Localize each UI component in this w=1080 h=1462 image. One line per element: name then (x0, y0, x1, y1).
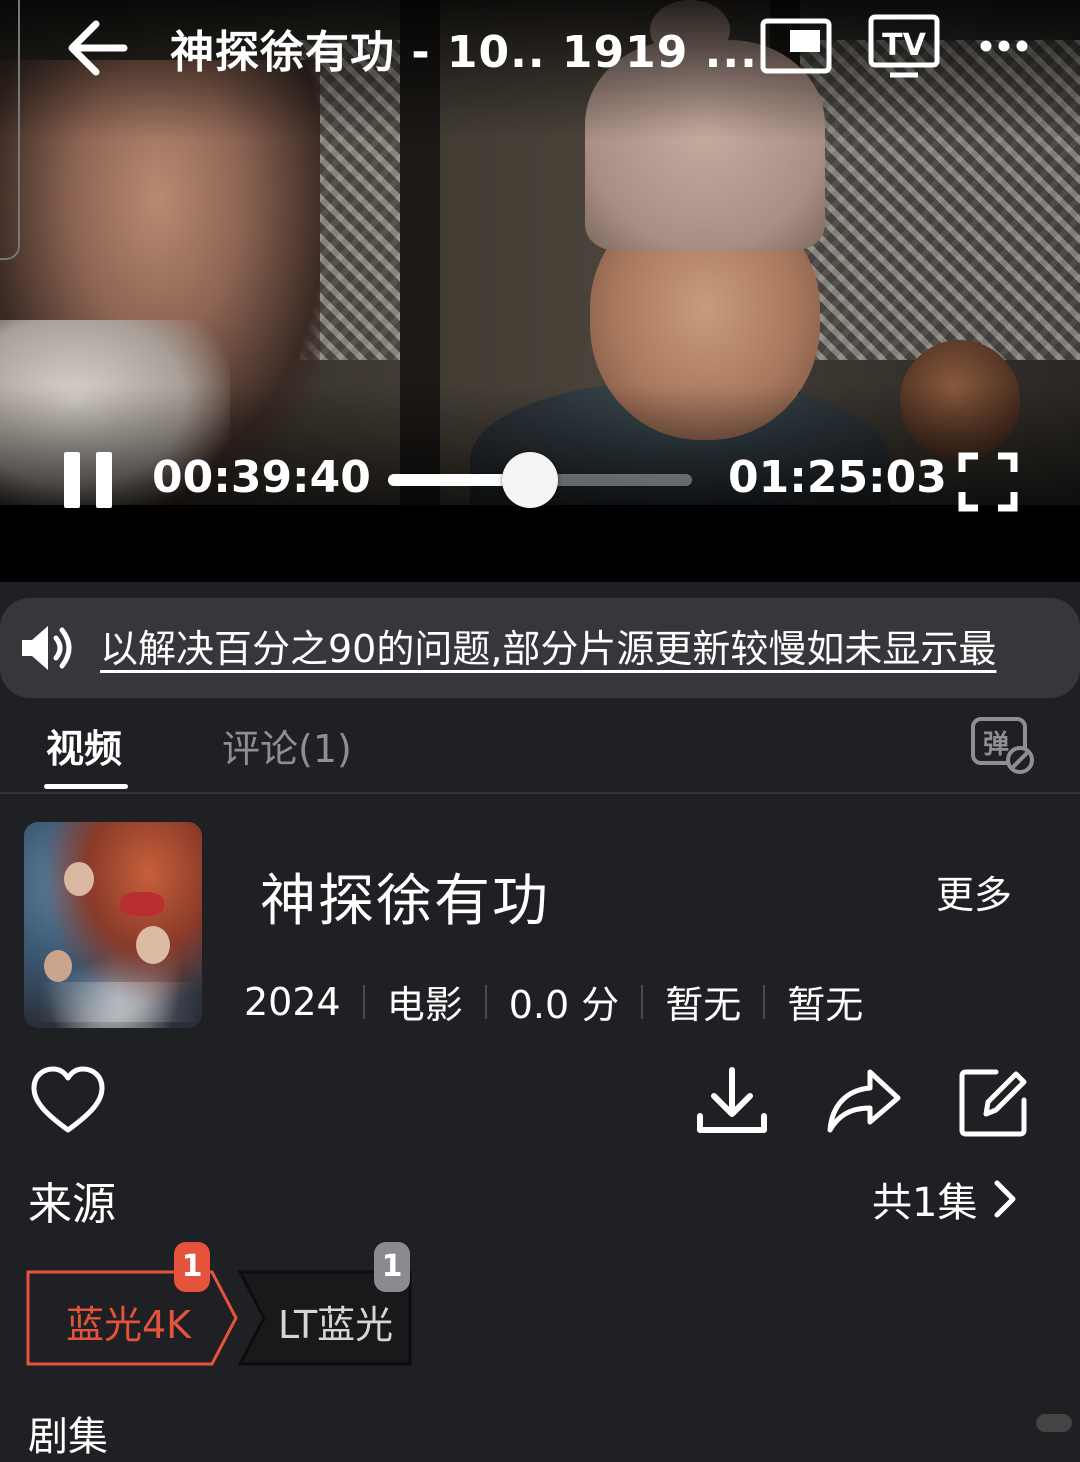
pip-button[interactable] (760, 18, 832, 74)
source-section-title: 来源 (28, 1179, 116, 1230)
pip-icon (760, 18, 832, 74)
back-button[interactable] (64, 18, 130, 78)
fullscreen-button[interactable] (958, 452, 1018, 512)
favorite-button[interactable] (30, 1064, 106, 1140)
more-options-button[interactable] (978, 24, 1030, 68)
episodes-count: 共1集 (872, 1180, 978, 1226)
tab-comments[interactable]: 评论(1) (222, 718, 352, 773)
more-info-link[interactable]: 更多 (936, 864, 1012, 919)
meta-year: 2024 (244, 979, 341, 1024)
active-tab-indicator (44, 784, 128, 789)
video-player[interactable]: 神探徐有功 - 10.. 1919 ... TV 00:39:40 01:25:… (0, 0, 1080, 582)
download-icon (697, 1067, 767, 1133)
source-tab-lt-bluray[interactable]: LT蓝光 1 (234, 1242, 414, 1366)
more-dots-icon (980, 40, 1028, 52)
poster-calligraphy (38, 982, 198, 1022)
tv-label: TV (882, 28, 926, 63)
meta-language: 暂无 (787, 983, 864, 1027)
notice-bar[interactable]: 以解决百分之90的问题,部分片源更新较慢如未显示最 (0, 598, 1080, 698)
edit-note-button[interactable] (956, 1064, 1032, 1140)
danmaku-label: 弹 (983, 730, 1009, 760)
chevron-right-icon (994, 1180, 1016, 1218)
download-button[interactable] (694, 1064, 770, 1140)
video-title: 神探徐有功 - 10.. 1919 ... (170, 27, 758, 78)
edit-icon (959, 1069, 1027, 1137)
side-panel-handle[interactable] (0, 0, 20, 260)
pause-button[interactable] (64, 452, 114, 510)
share-icon (827, 1069, 901, 1133)
movie-meta: 2024 电影 0.0 分 暂无 暂无 (244, 974, 863, 1029)
heart-icon (31, 1066, 105, 1133)
movie-title: 神探徐有功 (260, 869, 550, 934)
tab-bar: 视频 评论(1) 弹 (0, 700, 1080, 794)
seek-thumb[interactable] (501, 452, 558, 508)
source-label: LT蓝光 (278, 1303, 394, 1347)
tv-cast-button[interactable]: TV (868, 14, 940, 80)
source-badge: 1 (374, 1242, 410, 1292)
back-arrow-icon (68, 20, 128, 76)
meta-score: 0.0 分 (508, 983, 620, 1027)
total-time: 01:25:03 (728, 452, 947, 503)
danmaku-off-icon: 弹 (971, 717, 1034, 774)
fullscreen-icon (958, 452, 1018, 512)
tv-icon: TV (868, 14, 940, 78)
share-button[interactable] (826, 1064, 902, 1140)
meta-region: 暂无 (665, 983, 742, 1027)
source-label: 蓝光4K (66, 1303, 192, 1347)
speaker-icon (22, 626, 72, 670)
source-tab-bluray-4k[interactable]: 蓝光4K 1 (26, 1242, 246, 1366)
meta-type: 电影 (386, 983, 463, 1027)
danmaku-toggle-button[interactable]: 弹 (970, 716, 1036, 776)
pause-icon (64, 452, 80, 508)
tab-video[interactable]: 视频 (46, 718, 122, 773)
playlist-section-title: 剧集 (28, 1414, 108, 1460)
seek-bar[interactable] (388, 452, 692, 508)
current-time: 00:39:40 (152, 452, 371, 503)
source-badge: 1 (174, 1242, 210, 1292)
notice-text: 以解决百分之90的问题,部分片源更新较慢如未显示最 (100, 627, 997, 671)
movie-poster (24, 822, 202, 1028)
episodes-count-link[interactable]: 共1集 (872, 1170, 1017, 1228)
watermark-logo (1036, 1414, 1072, 1432)
